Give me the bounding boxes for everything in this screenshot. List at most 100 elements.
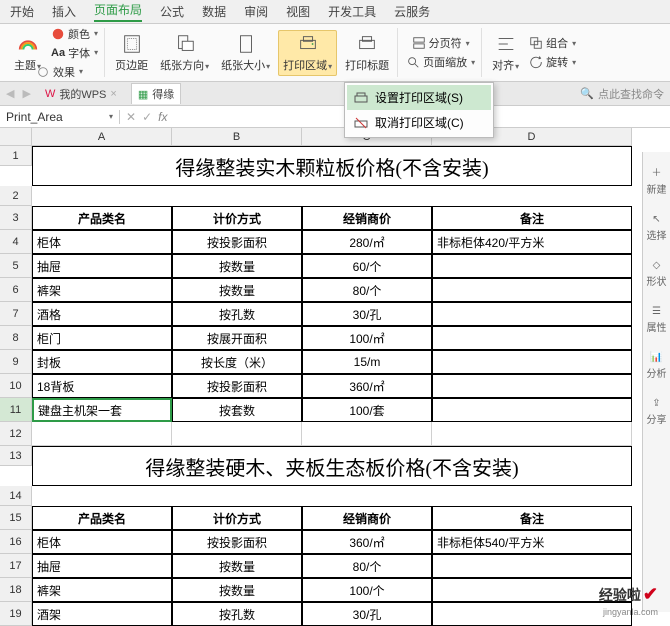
table-cell[interactable]: 按长度（米） xyxy=(172,350,302,374)
row-header[interactable]: 3 xyxy=(0,206,32,230)
file-tab[interactable]: ▦得缘 xyxy=(131,83,181,104)
print-titles-button[interactable]: 打印标题 xyxy=(341,31,393,75)
table-cell[interactable]: 柜门 xyxy=(32,326,172,350)
empty-cell[interactable] xyxy=(302,422,432,446)
table-cell[interactable] xyxy=(432,326,632,350)
table-cell[interactable]: 360/㎡ xyxy=(302,374,432,398)
table-header[interactable]: 产品类名 xyxy=(32,206,172,230)
row-header[interactable]: 17 xyxy=(0,554,32,578)
table-cell[interactable]: 30/孔 xyxy=(302,602,432,626)
row-header[interactable]: 14 xyxy=(0,486,32,506)
my-wps-tab[interactable]: W我的WPS× xyxy=(39,84,123,104)
side-format[interactable]: ◇形状 xyxy=(647,260,667,288)
row-header[interactable]: 4 xyxy=(0,230,32,254)
table-cell[interactable] xyxy=(432,302,632,326)
rotate-button[interactable]: 旋转▾ xyxy=(527,53,578,71)
table-cell[interactable]: 30/孔 xyxy=(302,302,432,326)
table-cell[interactable]: 18背板 xyxy=(32,374,172,398)
table-cell[interactable]: 柜体 xyxy=(32,230,172,254)
row-header[interactable]: 13 xyxy=(0,446,32,466)
cancel-print-area-item[interactable]: 取消打印区域(C) xyxy=(347,110,491,135)
table-cell[interactable] xyxy=(432,350,632,374)
table-cell[interactable]: 按孔数 xyxy=(172,302,302,326)
row-header[interactable]: 8 xyxy=(0,326,32,350)
table-header[interactable]: 产品类名 xyxy=(32,506,172,530)
row-header[interactable]: 16 xyxy=(0,530,32,554)
cancel-icon[interactable]: ✕ xyxy=(126,110,136,124)
accept-icon[interactable]: ✓ xyxy=(142,110,152,124)
table-cell[interactable]: 抽屉 xyxy=(32,554,172,578)
table-cell[interactable] xyxy=(432,554,632,578)
table-title[interactable]: 得缘整装硬木、夹板生态板价格(不含安装) xyxy=(32,446,632,486)
table-cell[interactable]: 15/m xyxy=(302,350,432,374)
side-select[interactable]: ↖选择 xyxy=(647,214,667,242)
table-cell[interactable] xyxy=(432,398,632,422)
side-share[interactable]: ⇪分享 xyxy=(647,398,667,426)
effect-button[interactable]: 效果▾ xyxy=(19,63,100,81)
fx-button[interactable]: fx xyxy=(158,110,167,124)
row-header[interactable]: 9 xyxy=(0,350,32,374)
table-cell[interactable]: 80/个 xyxy=(302,278,432,302)
nav-back-icon[interactable]: ◀ xyxy=(6,87,14,100)
row-header[interactable]: 11 xyxy=(0,398,32,422)
set-print-area-item[interactable]: 设置打印区域(S) xyxy=(347,85,491,110)
table-cell[interactable]: 酒格 xyxy=(32,302,172,326)
table-cell[interactable] xyxy=(432,374,632,398)
table-cell[interactable]: 按投影面积 xyxy=(172,530,302,554)
table-cell[interactable]: 按数量 xyxy=(172,278,302,302)
table-cell[interactable]: 60/个 xyxy=(302,254,432,278)
side-new[interactable]: ＋新建 xyxy=(647,164,667,196)
table-header[interactable]: 备注 xyxy=(432,506,632,530)
page-break-button[interactable]: 分页符▾ xyxy=(404,34,477,52)
row-header[interactable]: 19 xyxy=(0,602,32,626)
tab-formula[interactable]: 公式 xyxy=(160,3,184,20)
table-header[interactable]: 计价方式 xyxy=(172,506,302,530)
table-cell[interactable]: 非标柜体420/平方米 xyxy=(432,230,632,254)
table-cell[interactable]: 360/㎡ xyxy=(302,530,432,554)
table-header[interactable]: 备注 xyxy=(432,206,632,230)
row-header[interactable]: 10 xyxy=(0,374,32,398)
table-cell[interactable]: 按数量 xyxy=(172,578,302,602)
table-cell[interactable]: 按数量 xyxy=(172,554,302,578)
empty-cell[interactable] xyxy=(172,422,302,446)
row-header[interactable]: 7 xyxy=(0,302,32,326)
table-cell[interactable]: 裤架 xyxy=(32,578,172,602)
table-cell[interactable]: 100/个 xyxy=(302,578,432,602)
table-cell[interactable]: 100/㎡ xyxy=(302,326,432,350)
table-cell[interactable]: 280/㎡ xyxy=(302,230,432,254)
table-cell[interactable]: 封板 xyxy=(32,350,172,374)
table-cell[interactable]: 按投影面积 xyxy=(172,374,302,398)
table-cell[interactable]: 酒架 xyxy=(32,602,172,626)
table-cell[interactable]: 按套数 xyxy=(172,398,302,422)
tab-review[interactable]: 审阅 xyxy=(244,3,268,20)
select-all-corner[interactable] xyxy=(0,128,32,146)
orientation-button[interactable]: 纸张方向▾ xyxy=(156,31,213,75)
print-area-button[interactable]: 打印区域▾ xyxy=(278,30,337,76)
table-title[interactable]: 得缘整装实木颗粒板价格(不含安装) xyxy=(32,146,632,186)
table-cell[interactable]: 按孔数 xyxy=(172,602,302,626)
color-button[interactable]: 颜色▾ xyxy=(49,25,100,43)
row-header[interactable]: 18 xyxy=(0,578,32,602)
tab-cloud[interactable]: 云服务 xyxy=(394,3,430,20)
table-cell[interactable]: 键盘主机架一套 xyxy=(32,398,172,422)
row-header[interactable]: 1 xyxy=(0,146,32,166)
tab-dev[interactable]: 开发工具 xyxy=(328,3,376,20)
row-header[interactable]: 15 xyxy=(0,506,32,530)
table-cell[interactable]: 按数量 xyxy=(172,254,302,278)
table-cell[interactable] xyxy=(432,254,632,278)
font-button[interactable]: Aa字体▾ xyxy=(49,44,100,62)
side-analyze[interactable]: 📊分析 xyxy=(647,352,667,380)
table-cell[interactable]: 抽屉 xyxy=(32,254,172,278)
row-header[interactable]: 2 xyxy=(0,186,32,206)
nav-fwd-icon[interactable]: ▶ xyxy=(22,87,30,100)
table-header[interactable]: 经销商价 xyxy=(302,206,432,230)
table-cell[interactable]: 非标柜体540/平方米 xyxy=(432,530,632,554)
table-cell[interactable]: 裤架 xyxy=(32,278,172,302)
table-cell[interactable]: 100/套 xyxy=(302,398,432,422)
table-cell[interactable]: 按展开面积 xyxy=(172,326,302,350)
margins-button[interactable]: 页边距 xyxy=(111,31,152,75)
page-zoom-button[interactable]: 页面缩放▾ xyxy=(404,53,477,71)
size-button[interactable]: 纸张大小▾ xyxy=(217,31,274,75)
tab-insert[interactable]: 插入 xyxy=(52,3,76,20)
name-box[interactable]: Print_Area▾ xyxy=(0,110,120,124)
